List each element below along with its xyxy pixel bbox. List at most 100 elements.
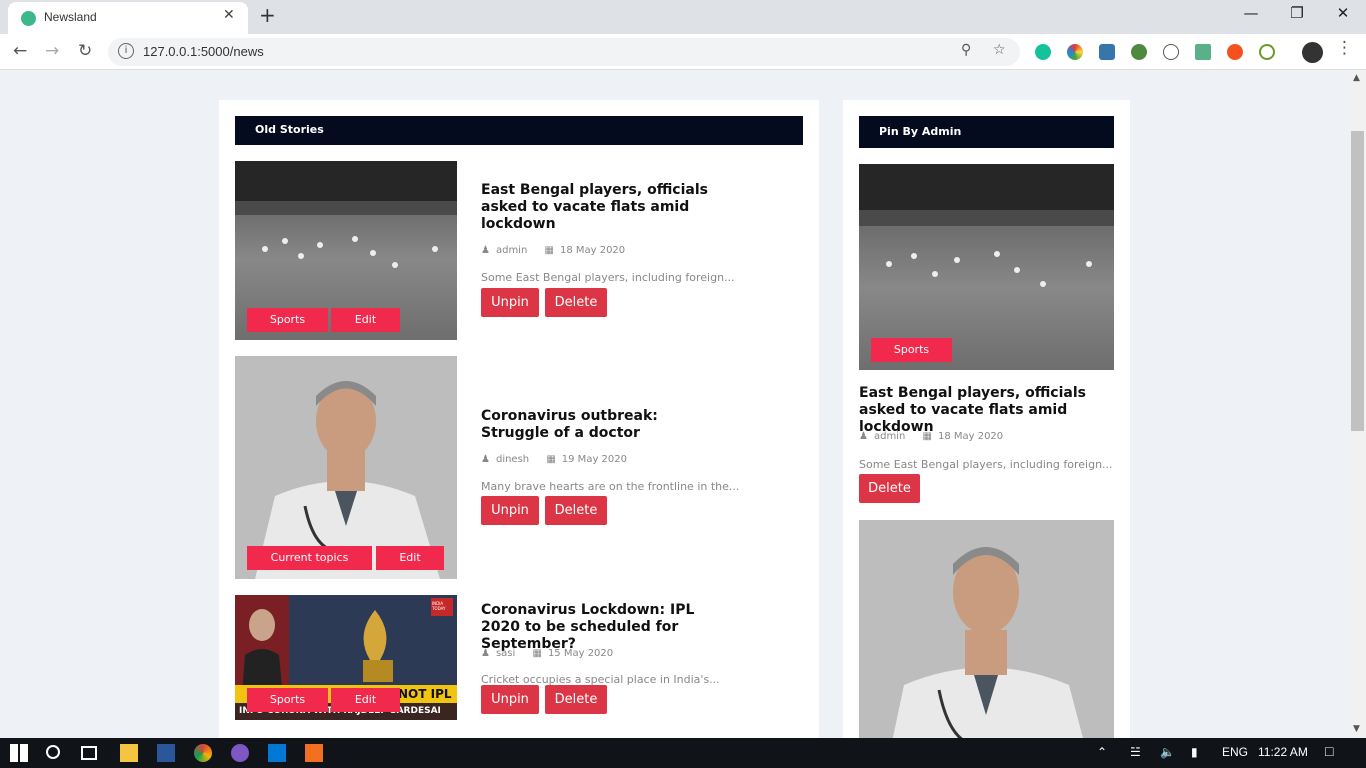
volume-muted-icon[interactable]: 🔈 bbox=[1160, 745, 1175, 759]
menu-kebab-icon[interactable]: ⋮ bbox=[1336, 38, 1353, 58]
list-item: Sports Edit East Bengal players, officia… bbox=[235, 161, 803, 341]
user-icon: ♟ bbox=[859, 431, 868, 442]
close-window-icon[interactable]: ✕ bbox=[1323, 4, 1363, 22]
fire-extension-icon[interactable] bbox=[1227, 44, 1243, 60]
chrome-icon[interactable] bbox=[194, 744, 212, 762]
address-bar[interactable]: i 127.0.0.1:5000/news ⚲ ☆ bbox=[108, 38, 1020, 66]
globe-extension-icon[interactable] bbox=[1131, 44, 1147, 60]
clock[interactable]: 11:22 AM bbox=[1258, 745, 1308, 759]
old-stories-panel: Old Stories Sports Edit East Bengal play… bbox=[219, 100, 819, 738]
story-meta: ♟ admin ▦ 18 May 2020 bbox=[481, 245, 625, 256]
pinned-panel: Pin By Admin Sports East Bengal players,… bbox=[843, 100, 1130, 738]
minimize-icon[interactable]: — bbox=[1231, 4, 1271, 22]
color-picker-extension-icon[interactable] bbox=[1067, 44, 1083, 60]
story-image[interactable]: NOT IPL INFO CORONA WITH RAJDEEP SARDESA… bbox=[235, 595, 457, 720]
story-date: 19 May 2020 bbox=[561, 454, 627, 465]
story-date: 15 May 2020 bbox=[547, 648, 614, 659]
tab-title: Newsland bbox=[44, 10, 97, 24]
file-explorer-icon[interactable] bbox=[120, 744, 138, 762]
story-headline[interactable]: East Bengal players, officials asked to … bbox=[481, 182, 711, 233]
edit-tag[interactable]: Edit bbox=[331, 308, 400, 332]
battery-icon[interactable]: ▮ bbox=[1191, 745, 1198, 759]
app2-icon[interactable] bbox=[305, 744, 323, 762]
search-icon[interactable] bbox=[46, 745, 60, 759]
story-headline[interactable]: Coronavirus Lockdown: IPL 2020 to be sch… bbox=[481, 602, 721, 653]
close-tab-icon[interactable]: ✕ bbox=[223, 7, 235, 23]
calendar-icon: ▦ bbox=[544, 245, 554, 256]
grammarly-extension-icon[interactable] bbox=[1035, 44, 1051, 60]
pinned-heading: Pin By Admin bbox=[859, 116, 1114, 148]
windows-taskbar: ⌃ ☱ 🔈 ▮ ENG 11:22 AM □ bbox=[0, 738, 1366, 768]
story-headline[interactable]: Coronavirus outbreak: Struggle of a doct… bbox=[481, 408, 721, 442]
hat-extension-icon[interactable] bbox=[1195, 44, 1211, 60]
unpin-button[interactable]: Unpin bbox=[481, 685, 539, 714]
image-caption: NOT IPL bbox=[398, 687, 452, 701]
app-icon[interactable] bbox=[231, 744, 249, 762]
story-author: admin bbox=[495, 245, 528, 256]
story-excerpt: Some East Bengal players, including fore… bbox=[859, 458, 1113, 471]
vscode-icon[interactable] bbox=[268, 744, 286, 762]
story-meta: ♟ admin ▦ 18 May 2020 bbox=[859, 431, 1003, 442]
code-extension-icon[interactable] bbox=[1163, 44, 1179, 60]
site-info-icon[interactable]: i bbox=[118, 43, 134, 59]
user-icon: ♟ bbox=[481, 245, 490, 256]
show-hidden-icons-icon[interactable]: ⌃ bbox=[1097, 745, 1107, 759]
target-extension-icon[interactable] bbox=[1259, 44, 1275, 60]
story-date: 18 May 2020 bbox=[937, 431, 1004, 442]
notifications-icon[interactable]: □ bbox=[1325, 743, 1333, 759]
story-image[interactable]: Sports bbox=[859, 164, 1114, 370]
reload-icon[interactable]: ↻ bbox=[78, 41, 92, 61]
story-author: admin bbox=[873, 431, 906, 442]
tab-strip: Newsland ✕ + — ❐ ✕ bbox=[0, 0, 1366, 34]
python-extension-icon[interactable] bbox=[1099, 44, 1115, 60]
category-tag[interactable]: Sports bbox=[247, 308, 328, 332]
doctor-image[interactable] bbox=[859, 520, 1114, 738]
unpin-button[interactable]: Unpin bbox=[481, 496, 539, 525]
back-icon[interactable]: ← bbox=[13, 41, 27, 61]
story-excerpt: Many brave hearts are on the frontline i… bbox=[481, 480, 740, 493]
forward-icon[interactable]: → bbox=[45, 41, 59, 61]
scroll-up-icon[interactable]: ▲ bbox=[1353, 73, 1360, 83]
delete-button[interactable]: Delete bbox=[545, 496, 607, 525]
user-icon: ♟ bbox=[481, 648, 490, 659]
calendar-icon: ▦ bbox=[532, 648, 542, 659]
edit-tag[interactable]: Edit bbox=[376, 546, 444, 570]
url-text[interactable]: 127.0.0.1:5000/news bbox=[143, 44, 264, 59]
task-view-icon[interactable] bbox=[81, 746, 97, 760]
calendar-icon: ▦ bbox=[922, 431, 932, 442]
delete-button[interactable]: Delete bbox=[545, 685, 607, 714]
browser-tab[interactable]: Newsland ✕ bbox=[8, 2, 248, 34]
bookmark-star-icon[interactable]: ☆ bbox=[993, 42, 1006, 58]
word-icon[interactable] bbox=[157, 744, 175, 762]
calendar-icon: ▦ bbox=[546, 454, 556, 465]
category-tag[interactable]: Current topics bbox=[247, 546, 372, 570]
category-tag[interactable]: Sports bbox=[871, 338, 952, 362]
language-indicator[interactable]: ENG bbox=[1222, 745, 1248, 759]
story-author: dinesh bbox=[495, 454, 530, 465]
list-item: Sports East Bengal players, officials as… bbox=[859, 164, 1114, 504]
delete-button[interactable]: Delete bbox=[859, 474, 920, 503]
scrollbar-thumb[interactable] bbox=[1351, 131, 1364, 431]
list-item: NOT IPL INFO CORONA WITH RAJDEEP SARDESA… bbox=[235, 595, 803, 720]
story-headline[interactable]: East Bengal players, officials asked to … bbox=[859, 385, 1114, 436]
site-favicon-icon bbox=[21, 11, 36, 26]
story-excerpt: Some East Bengal players, including fore… bbox=[481, 271, 735, 284]
wifi-icon[interactable]: ☱ bbox=[1130, 745, 1141, 759]
page-viewport: Old Stories Sports Edit East Bengal play… bbox=[0, 71, 1350, 738]
page-scrollbar[interactable]: ▲ ▼ bbox=[1350, 71, 1366, 738]
list-item bbox=[859, 520, 1114, 738]
edit-tag[interactable]: Edit bbox=[331, 688, 400, 712]
windows-start-icon[interactable] bbox=[10, 744, 28, 762]
restore-icon[interactable]: ❐ bbox=[1277, 4, 1317, 22]
story-image[interactable]: Current topics Edit bbox=[235, 356, 457, 579]
new-tab-button[interactable]: + bbox=[259, 3, 276, 27]
image-logo: INDIA TODAY bbox=[432, 601, 446, 611]
story-image[interactable]: Sports Edit bbox=[235, 161, 457, 340]
unpin-button[interactable]: Unpin bbox=[481, 288, 539, 317]
profile-avatar[interactable] bbox=[1302, 42, 1323, 63]
delete-button[interactable]: Delete bbox=[545, 288, 607, 317]
scroll-down-icon[interactable]: ▼ bbox=[1353, 724, 1360, 734]
story-author: sasi bbox=[495, 648, 516, 659]
zoom-icon[interactable]: ⚲ bbox=[961, 42, 971, 58]
category-tag[interactable]: Sports bbox=[247, 688, 328, 712]
